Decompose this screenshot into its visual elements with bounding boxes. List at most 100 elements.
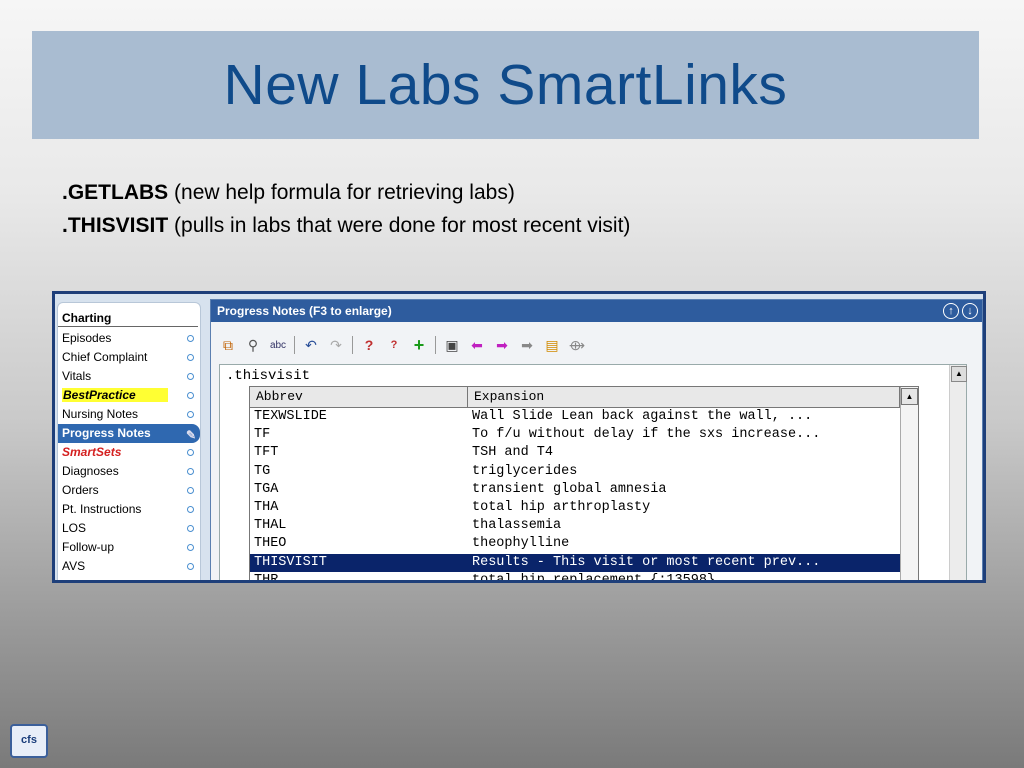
- redo-icon[interactable]: ↷: [327, 337, 345, 354]
- charting-item-label: Vitals: [62, 369, 92, 383]
- charting-item-diagnoses[interactable]: Diagnoses: [58, 462, 200, 481]
- my-help-icon[interactable]: ?: [385, 339, 403, 351]
- bullet-code: .GETLABS: [62, 181, 169, 204]
- abbrev-cell: TEXWSLIDE: [254, 409, 327, 424]
- bullet-thisvisit: .THISVISIT (pulls in labs that were done…: [62, 209, 630, 242]
- abbrev-cell: TG: [254, 463, 271, 479]
- screenshot-content: Charting Episodes Chief Complaint Vitals…: [55, 294, 983, 580]
- list-rows: TEXWSLIDE Wall Slide Lean back against th…: [250, 408, 918, 580]
- list-item[interactable]: TG triglycerides: [250, 463, 918, 481]
- link-icon[interactable]: ⟴: [568, 337, 586, 354]
- progress-notes-title: Progress Notes (F3 to enlarge): [217, 304, 392, 318]
- circle-icon: [187, 354, 194, 361]
- title-banner: New Labs SmartLinks: [32, 31, 979, 139]
- circle-icon: [187, 563, 194, 570]
- smartphrase-list: Abbrev Expansion TEXWSLIDE Wall Slide Lea…: [249, 386, 919, 580]
- help-icon[interactable]: ?: [360, 337, 378, 353]
- editor-text: .thisvisit: [226, 368, 311, 384]
- note-editor[interactable]: .thisvisit ▲ Abbrev Expansion TEXWSLIDE W…: [219, 364, 967, 580]
- expansion-cell: total hip replacement {:13598}: [468, 572, 900, 580]
- charting-item-label: Pt. Instructions: [62, 502, 142, 516]
- screenshot-frame: Charting Episodes Chief Complaint Vitals…: [52, 291, 986, 583]
- circle-icon: [187, 487, 194, 494]
- clipboard-icon[interactable]: ▤: [543, 337, 561, 354]
- charting-item-smartsets[interactable]: SmartSets: [58, 443, 200, 462]
- circle-icon: [187, 335, 194, 342]
- list-item-selected[interactable]: THISVISIT Results - This visit or most re…: [250, 553, 918, 572]
- expansion-cell: To f/u without delay if the sxs increase…: [472, 427, 821, 443]
- circle-icon: [187, 411, 194, 418]
- charting-item-vitals[interactable]: Vitals: [58, 367, 200, 386]
- arrow-left-icon[interactable]: ⬅: [468, 337, 486, 354]
- charting-item-progress-notes[interactable]: Progress Notes ✎: [58, 424, 200, 443]
- circle-icon: [187, 525, 194, 532]
- expansion-cell: TSH and T4: [472, 445, 554, 461]
- abbrev-cell: THAL: [254, 518, 287, 534]
- circle-icon: [187, 468, 194, 475]
- charting-item-label: Chief Complaint: [62, 350, 148, 364]
- undo-icon[interactable]: ↶: [302, 337, 320, 354]
- column-expansion[interactable]: Expansion: [468, 387, 900, 407]
- charting-item-avs[interactable]: AVS: [58, 557, 200, 576]
- add-icon[interactable]: +: [410, 335, 428, 356]
- search-icon[interactable]: ⚲: [244, 337, 262, 354]
- insert-smarttext-icon[interactable]: ⧉: [219, 337, 237, 354]
- circle-icon: [187, 506, 194, 513]
- expansion-cell: Wall Slide Lean back against the wall, .…: [472, 409, 813, 424]
- arrow-right-icon[interactable]: ➡: [493, 337, 511, 354]
- toolbar-separator: [352, 336, 353, 354]
- charting-item-label: BestPractice: [62, 388, 168, 402]
- abbrev-cell: THR: [250, 572, 468, 580]
- window-icon[interactable]: ▣: [443, 337, 461, 354]
- expansion-cell: transient global amnesia: [472, 481, 667, 497]
- list-item[interactable]: THAL thalassemia: [250, 517, 918, 535]
- list-item[interactable]: THA total hip arthroplasty: [250, 499, 918, 517]
- list-item[interactable]: TF To f/u without delay if the sxs increa…: [250, 426, 918, 444]
- abbrev-cell: THA: [254, 499, 279, 515]
- charting-header: Charting: [58, 303, 198, 327]
- charting-item-label: Follow-up: [62, 540, 115, 554]
- circle-icon: [187, 544, 194, 551]
- scroll-up-icon[interactable]: ▲: [901, 388, 918, 405]
- abbrev-cell: THEO: [254, 536, 287, 552]
- abbrev-cell: TFT: [254, 445, 279, 461]
- spellcheck-icon[interactable]: abc: [269, 340, 287, 351]
- charting-item-label: SmartSets: [62, 445, 122, 459]
- list-item[interactable]: TGA transient global amnesia: [250, 481, 918, 499]
- charting-item-los[interactable]: LOS: [58, 519, 200, 538]
- slide-title: New Labs SmartLinks: [223, 53, 788, 117]
- charting-item-follow-up[interactable]: Follow-up: [58, 538, 200, 557]
- charting-panel: Charting Episodes Chief Complaint Vitals…: [57, 302, 201, 580]
- expand-down-icon[interactable]: ↓: [962, 303, 978, 319]
- expansion-cell: thalassemia: [472, 518, 562, 534]
- editor-toolbar: ⧉ ⚲ abc ↶ ↷ ? ? + ▣ ⬅ ➡ ➡ ▤ ⟴: [219, 334, 586, 356]
- list-item[interactable]: THRtotal hip replacement {:13598}: [250, 572, 918, 580]
- bullet-getlabs: .GETLABS (new help formula for retrievin…: [62, 176, 630, 209]
- charting-item-pt-instructions[interactable]: Pt. Instructions: [58, 500, 200, 519]
- expansion-cell: total hip arthroplasty: [472, 499, 651, 515]
- charting-item-nursing-notes[interactable]: Nursing Notes: [58, 405, 200, 424]
- arrow-next-icon[interactable]: ➡: [518, 337, 536, 354]
- charting-item-orders[interactable]: Orders: [58, 481, 200, 500]
- charting-item-chief-complaint[interactable]: Chief Complaint: [58, 348, 200, 367]
- editor-scrollbar[interactable]: ▲: [949, 365, 967, 580]
- collapse-up-icon[interactable]: ↑: [943, 303, 959, 319]
- circle-icon: [187, 449, 194, 456]
- list-item[interactable]: THEO theophylline: [250, 535, 918, 553]
- bullet-desc: (pulls in labs that were done for most r…: [174, 214, 631, 237]
- scroll-up-icon[interactable]: ▲: [951, 366, 967, 382]
- charting-item-label: Nursing Notes: [62, 407, 139, 421]
- list-item[interactable]: TFT TSH and T4: [250, 444, 918, 462]
- charting-item-label: AVS: [62, 559, 86, 573]
- abbrev-cell: TGA: [254, 481, 279, 497]
- list-item[interactable]: TEXWSLIDE Wall Slide Lean back against th…: [250, 408, 918, 426]
- bullet-list: .GETLABS (new help formula for retrievin…: [62, 176, 630, 242]
- charting-item-bestpractice[interactable]: BestPractice: [58, 386, 200, 405]
- circle-icon: [187, 373, 194, 380]
- circle-icon: [187, 392, 194, 399]
- column-abbrev[interactable]: Abbrev: [250, 387, 468, 407]
- charting-item-episodes[interactable]: Episodes: [58, 329, 200, 348]
- charting-item-label: Episodes: [62, 331, 112, 345]
- list-scrollbar[interactable]: ▲: [900, 387, 918, 580]
- expansion-cell: theophylline: [472, 536, 570, 552]
